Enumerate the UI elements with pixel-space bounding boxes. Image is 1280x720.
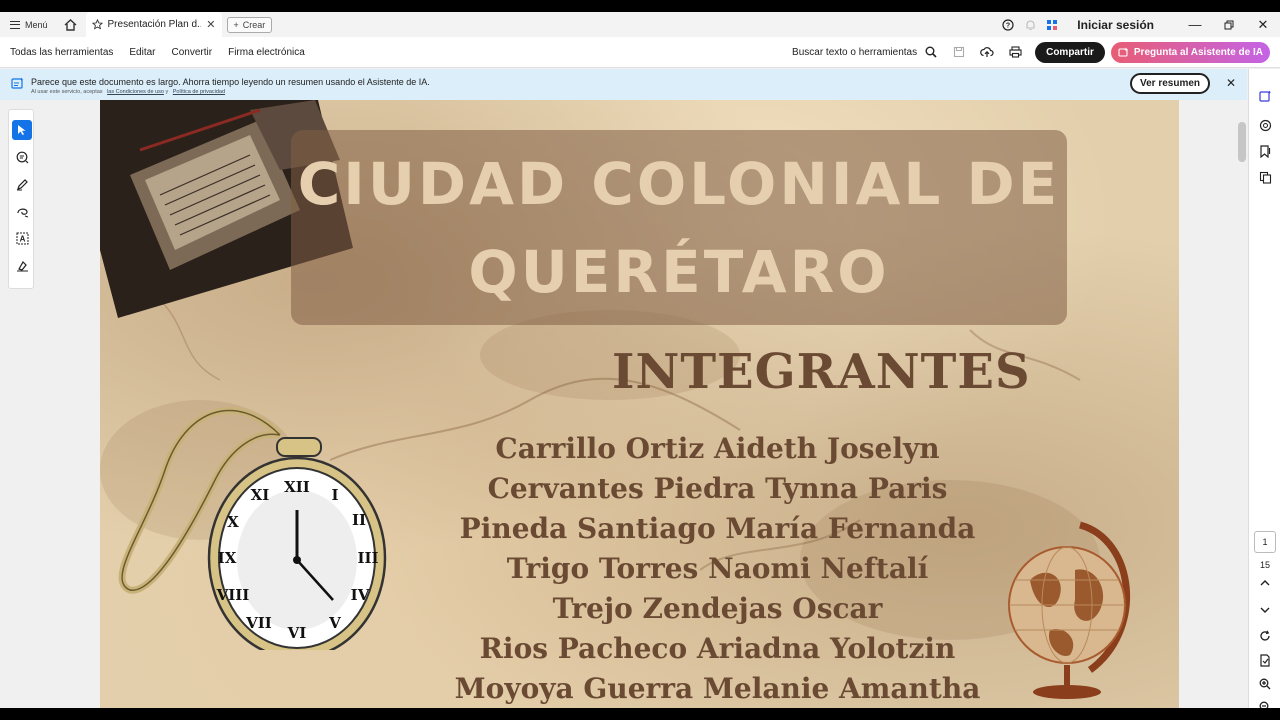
signin-button[interactable]: Iniciar sesión [1077,18,1154,32]
plus-icon: + [233,19,239,30]
acrobat-window: Menú Presentación Plan d... ✕ + Crear ? … [0,12,1280,708]
notification-bell-icon[interactable] [1019,12,1041,37]
home-icon [64,18,77,31]
page-up-chevron-icon[interactable] [1256,574,1274,592]
save-icon[interactable] [945,37,973,68]
member-name: Pineda Santiago María Fernanda [459,512,976,545]
total-pages: 15 [1259,560,1270,570]
tab-document[interactable]: Presentación Plan d... ✕ [85,12,222,37]
svg-text:VII: VII [245,614,272,632]
svg-text:XII: XII [284,478,310,496]
search-tools-label[interactable]: Buscar texto o herramientas [792,47,917,58]
svg-text:X: X [227,513,239,531]
globe-illustration [1008,521,1131,699]
minimize-icon[interactable]: — [1178,12,1212,37]
menu-esign[interactable]: Firma electrónica [220,47,313,58]
svg-text:A: A [19,234,25,243]
section-heading: INTEGRANTES [612,344,1031,400]
menu-label: Menú [25,19,48,30]
restore-icon[interactable] [1212,12,1246,37]
view-summary-button[interactable]: Ver resumen [1130,73,1210,94]
select-tool-icon[interactable] [12,120,32,140]
create-button[interactable]: + Crear [226,16,273,33]
page-down-chevron-icon[interactable] [1256,601,1274,619]
help-icon[interactable]: ? [997,12,1019,37]
svg-text:IV: IV [351,586,370,604]
left-tool-rail: A [8,109,34,289]
hamburger-icon [10,20,20,29]
main-toolbar: Todas las herramientas Editar Convertir … [0,37,1280,68]
svg-text:I: I [331,486,338,504]
right-rail: 1 15 [1248,69,1280,708]
bookmarks-panel-icon[interactable] [1256,142,1274,160]
privacy-link[interactable]: Política de privacidad [173,89,225,95]
search-icon[interactable] [917,37,945,68]
svg-text:III: III [357,549,378,567]
svg-text:VI: VI [287,624,307,642]
svg-text:?: ? [1006,22,1010,29]
close-window-icon[interactable]: ✕ [1246,12,1280,37]
member-name: Rios Pacheco Ariadna Yolotzin [479,632,956,665]
document-title-line-2: QUERÉTARO [468,238,890,306]
banner-legal-and: y [165,89,169,95]
current-page-input[interactable]: 1 [1254,531,1276,553]
member-name: Trejo Zendejas Oscar [552,592,883,625]
menu-button[interactable]: Menú [0,12,58,37]
comments-panel-icon[interactable] [1256,116,1274,134]
print-icon[interactable] [1001,37,1029,68]
tab-title: Presentación Plan d... [107,19,202,30]
banner-close-icon[interactable]: ✕ [1226,76,1236,90]
svg-text:II: II [352,511,366,529]
draw-tool-icon[interactable] [12,201,32,221]
document-title-line-1: CIUDAD COLONIAL DE [297,150,1061,218]
ai-summary-banner: Parece que este documento es largo. Ahor… [0,69,1247,100]
zoom-in-icon[interactable] [1256,675,1274,693]
menu-convert[interactable]: Convertir [164,47,221,58]
zoom-out-icon[interactable] [1256,698,1274,708]
pages-panel-icon[interactable] [1256,168,1274,186]
ai-assistant-label: Pregunta al Asistente de IA [1133,46,1263,58]
save-page-icon[interactable] [1256,651,1274,669]
ai-summary-icon [11,77,24,89]
highlight-pen-icon[interactable] [12,174,32,194]
menu-edit[interactable]: Editar [121,47,163,58]
title-bar: Menú Presentación Plan d... ✕ + Crear ? … [0,12,1280,37]
banner-message: Parece que este documento es largo. Ahor… [31,77,430,87]
svg-text:V: V [328,614,341,632]
svg-text:IX: IX [218,549,237,567]
star-icon[interactable] [91,19,103,30]
cloud-upload-icon[interactable] [973,37,1001,68]
menu-all-tools[interactable]: Todas las herramientas [0,47,121,58]
scroll-thumb[interactable] [1238,122,1246,162]
member-name: Trigo Torres Naomi Neftalí [506,552,929,585]
rotate-icon[interactable] [1256,627,1274,645]
comment-tool-icon[interactable] [12,147,32,167]
member-name: Cervantes Piedra Tynna Paris [487,472,948,505]
home-button[interactable] [58,12,84,37]
ai-assistant-panel-icon[interactable] [1256,87,1274,105]
ai-assistant-button[interactable]: Pregunta al Asistente de IA [1110,41,1270,63]
svg-text:XI: XI [251,486,270,504]
share-button[interactable]: Compartir [1035,41,1105,63]
ai-assistant-icon [1118,47,1128,57]
create-label: Crear [242,19,266,30]
member-name: Carrillo Ortiz Aideth Joselyn [495,432,940,465]
banner-legal: Al usar este servicio, aceptas las Condi… [31,89,225,95]
member-name: Moyoya Guerra Melanie Amantha [454,672,981,705]
text-box-tool-icon[interactable]: A [12,228,32,248]
apps-grid-icon[interactable] [1041,12,1063,37]
tab-close-icon[interactable]: ✕ [206,18,215,31]
signature-tool-icon[interactable] [12,255,32,275]
svg-text:VIII: VIII [216,586,250,604]
terms-link[interactable]: las Condiciones de uso [107,89,164,95]
pocket-watch-illustration: XII I II III IV V VI VII VIII IX X XI [118,407,387,650]
vertical-scrollbar[interactable] [1236,100,1248,708]
banner-legal-text: Al usar este servicio, aceptas [31,89,103,95]
document-page: CIUDAD COLONIAL DE QUERÉTARO INTEGRANTES… [100,100,1179,708]
